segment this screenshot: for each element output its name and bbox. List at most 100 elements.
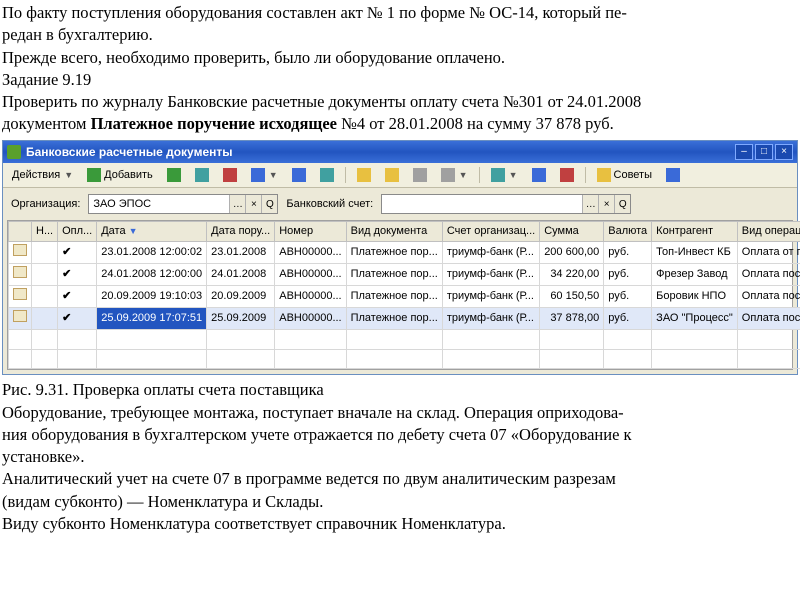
table-row[interactable]: ✔23.01.2008 12:00:0223.01.2008АВН00000..… bbox=[9, 242, 800, 264]
col-pdate[interactable]: Дата пору... bbox=[207, 222, 275, 242]
acct-select-button[interactable]: … bbox=[582, 195, 598, 213]
col-contr[interactable]: Контрагент bbox=[652, 222, 738, 242]
tips-button[interactable]: Советы bbox=[592, 166, 657, 185]
cell[interactable]: 20.09.2009 bbox=[207, 285, 275, 307]
tb-icon-11[interactable]: ▼ bbox=[486, 166, 523, 184]
cell[interactable]: АВН00000... bbox=[275, 264, 346, 286]
cell[interactable]: Оплата пост... bbox=[737, 285, 800, 307]
cell[interactable]: Платежное пор... bbox=[346, 285, 442, 307]
col-icon[interactable] bbox=[9, 222, 32, 242]
close-button[interactable]: × bbox=[775, 144, 793, 160]
cell[interactable] bbox=[9, 264, 32, 286]
doc-p5b: ния оборудования в бухгалтерском учете о… bbox=[2, 424, 798, 446]
tb-icon-1[interactable] bbox=[162, 166, 186, 184]
col-docnum[interactable]: Номер bbox=[275, 222, 346, 242]
cell[interactable]: ✔ bbox=[58, 285, 97, 307]
cell[interactable]: 24.01.2008 bbox=[207, 264, 275, 286]
table-row[interactable]: ✔24.01.2008 12:00:0024.01.2008АВН00000..… bbox=[9, 264, 800, 286]
cell[interactable]: 23.01.2008 bbox=[207, 242, 275, 264]
tb-icon-9[interactable] bbox=[408, 166, 432, 184]
cell[interactable]: триумф-банк (Р... bbox=[442, 264, 539, 286]
cell[interactable]: 60 150,50 bbox=[540, 285, 604, 307]
cell[interactable]: триумф-банк (Р... bbox=[442, 307, 539, 329]
col-sum[interactable]: Сумма bbox=[540, 222, 604, 242]
cell[interactable] bbox=[9, 242, 32, 264]
tb-icon-7[interactable] bbox=[352, 166, 376, 184]
tb-icon-5[interactable] bbox=[287, 166, 311, 184]
cell[interactable]: ЗАО "Процесс" bbox=[652, 307, 738, 329]
cell[interactable]: триумф-банк (Р... bbox=[442, 242, 539, 264]
cell[interactable]: Оплата от по... bbox=[737, 242, 800, 264]
cell[interactable] bbox=[32, 242, 58, 264]
grid[interactable]: Н... Опл... Дата ▼ Дата пору... Номер Ви… bbox=[7, 220, 793, 370]
cell[interactable] bbox=[9, 307, 32, 329]
acct-combo[interactable]: … × Q bbox=[381, 194, 631, 214]
minimize-button[interactable]: – bbox=[735, 144, 753, 160]
cell[interactable]: 34 220,00 bbox=[540, 264, 604, 286]
cell[interactable]: АВН00000... bbox=[275, 242, 346, 264]
actions-label: Действия bbox=[12, 168, 60, 183]
cell[interactable]: ✔ bbox=[58, 264, 97, 286]
cell[interactable]: Оплата пост... bbox=[737, 307, 800, 329]
acct-open-button[interactable]: Q bbox=[614, 195, 630, 213]
refresh-icon bbox=[251, 168, 265, 182]
org-combo[interactable]: ЗАО ЭПОС … × Q bbox=[88, 194, 278, 214]
tb-icon-8[interactable] bbox=[380, 166, 404, 184]
tb-icon-3[interactable] bbox=[218, 166, 242, 184]
cell[interactable]: Топ-Инвест КБ bbox=[652, 242, 738, 264]
cell[interactable]: ✔ bbox=[58, 242, 97, 264]
tb-icon-10[interactable]: ▼ bbox=[436, 166, 473, 184]
grid-header-row[interactable]: Н... Опл... Дата ▼ Дата пору... Номер Ви… bbox=[9, 222, 800, 242]
col-num[interactable]: Н... bbox=[32, 222, 58, 242]
cell[interactable]: АВН00000... bbox=[275, 307, 346, 329]
tb-icon-6[interactable] bbox=[315, 166, 339, 184]
cell[interactable]: 200 600,00 bbox=[540, 242, 604, 264]
cell[interactable] bbox=[32, 307, 58, 329]
cell[interactable]: руб. bbox=[604, 285, 652, 307]
cell[interactable]: Платежное пор... bbox=[346, 264, 442, 286]
org-select-button[interactable]: … bbox=[229, 195, 245, 213]
tb-icon-2[interactable] bbox=[190, 166, 214, 184]
col-op[interactable]: Вид операции bbox=[737, 222, 800, 242]
cell[interactable]: 25.09.2009 bbox=[207, 307, 275, 329]
col-opl[interactable]: Опл... bbox=[58, 222, 97, 242]
tb-icon-12[interactable] bbox=[527, 166, 551, 184]
cell[interactable] bbox=[32, 264, 58, 286]
add-icon bbox=[87, 168, 101, 182]
tb-icon-4[interactable]: ▼ bbox=[246, 166, 283, 184]
actions-menu[interactable]: Действия▼ bbox=[7, 166, 78, 185]
col-acct[interactable]: Счет организац... bbox=[442, 222, 539, 242]
cell[interactable]: триумф-банк (Р... bbox=[442, 285, 539, 307]
table-row[interactable]: ✔20.09.2009 19:10:0320.09.2009АВН00000..… bbox=[9, 285, 800, 307]
cell[interactable]: 23.01.2008 12:00:02 bbox=[97, 242, 207, 264]
titlebar[interactable]: Банковские расчетные документы – □ × bbox=[3, 141, 797, 163]
table-row[interactable]: ✔25.09.2009 17:07:5125.09.2009АВН00000..… bbox=[9, 307, 800, 329]
add-button[interactable]: Добавить bbox=[82, 166, 158, 185]
cell[interactable]: ✔ bbox=[58, 307, 97, 329]
org-clear-button[interactable]: × bbox=[245, 195, 261, 213]
cell[interactable]: 37 878,00 bbox=[540, 307, 604, 329]
cell[interactable]: руб. bbox=[604, 242, 652, 264]
cell[interactable]: 25.09.2009 17:07:51 bbox=[97, 307, 207, 329]
cell[interactable]: 20.09.2009 19:10:03 bbox=[97, 285, 207, 307]
cell[interactable]: руб. bbox=[604, 264, 652, 286]
cell[interactable]: Боровик НПО bbox=[652, 285, 738, 307]
cell[interactable]: Фрезер Завод bbox=[652, 264, 738, 286]
doc-p4-bold: Платежное поручение исходящее bbox=[91, 114, 337, 133]
col-date[interactable]: Дата ▼ bbox=[97, 222, 207, 242]
cell[interactable]: 24.01.2008 12:00:00 bbox=[97, 264, 207, 286]
acct-clear-button[interactable]: × bbox=[598, 195, 614, 213]
cell[interactable]: АВН00000... bbox=[275, 285, 346, 307]
cell[interactable] bbox=[9, 285, 32, 307]
maximize-button[interactable]: □ bbox=[755, 144, 773, 160]
cell[interactable]: Платежное пор... bbox=[346, 307, 442, 329]
org-open-button[interactable]: Q bbox=[261, 195, 277, 213]
cell[interactable]: Платежное пор... bbox=[346, 242, 442, 264]
col-vid[interactable]: Вид документа bbox=[346, 222, 442, 242]
cell[interactable]: Оплата пост... bbox=[737, 264, 800, 286]
tb-icon-13[interactable] bbox=[555, 166, 579, 184]
help-button[interactable] bbox=[661, 166, 685, 184]
col-cur[interactable]: Валюта bbox=[604, 222, 652, 242]
cell[interactable]: руб. bbox=[604, 307, 652, 329]
cell[interactable] bbox=[32, 285, 58, 307]
